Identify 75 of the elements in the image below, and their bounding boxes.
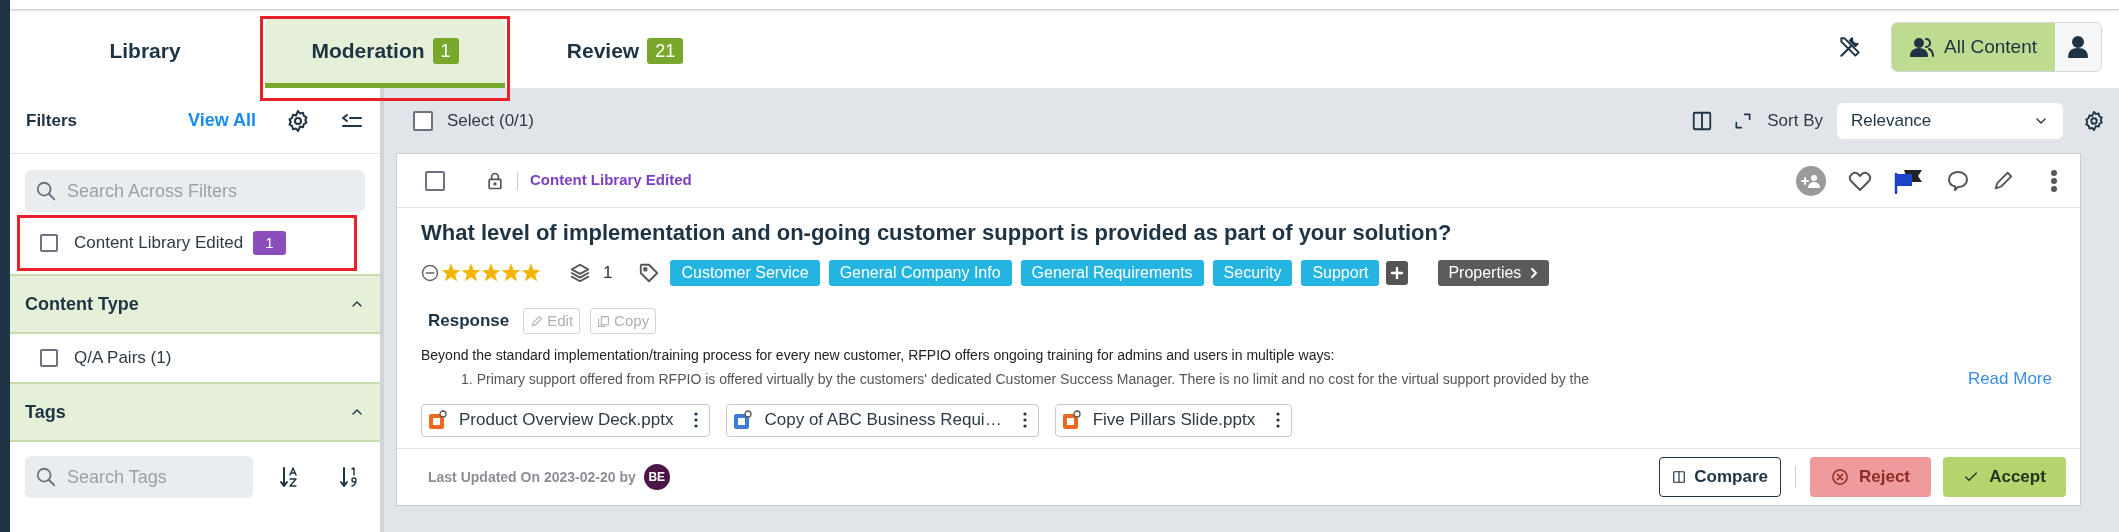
filter-label: Content Library Edited (74, 232, 244, 255)
last-updated-text: Last Updated On 2023-02-20 by (428, 467, 636, 487)
question-text: What level of implementation and on-going customer support is provided as part of your solution? (421, 218, 1453, 247)
checkbox[interactable] (40, 349, 58, 367)
filters-title: Filters (26, 109, 79, 132)
select-label: Select (0/1) (447, 109, 535, 132)
settings-icon[interactable] (2083, 109, 2105, 132)
attachment-chip[interactable]: Five Pillars Slide.pptx (1054, 403, 1293, 437)
search-icon (35, 466, 57, 488)
slides-file-icon (1062, 410, 1081, 430)
status-label: Content Library Edited (530, 170, 693, 191)
checkbox[interactable] (425, 170, 445, 191)
star-icon (461, 263, 481, 283)
sort-dropdown[interactable]: Relevance (1837, 102, 2063, 139)
user-button[interactable] (2055, 23, 2101, 71)
star-icon (441, 263, 461, 283)
attachment-chip[interactable]: Copy of ABC Business Requi… (726, 403, 1039, 437)
sort-numeric-icon[interactable] (339, 466, 359, 488)
response-text: Primary support offered from RFPIO is offered virtually by the customers' dedicated Customer Success Manager. There is no limit and no cost for the virtual support provided by the (476, 369, 1589, 389)
columns-icon[interactable] (1691, 109, 1714, 132)
more-icon (1275, 411, 1282, 429)
tab[interactable]: Library (25, 18, 265, 88)
add-user-icon[interactable] (1796, 165, 1826, 196)
sort-label: Sort By (1767, 109, 1823, 132)
comment-icon[interactable] (1946, 168, 1970, 193)
list-number: 1. (461, 369, 473, 389)
copy-icon (597, 314, 611, 328)
more-icon[interactable] (2050, 169, 2058, 192)
count-badge: 1 (432, 37, 459, 64)
count-badge: 21 (647, 37, 684, 64)
star-icon (481, 263, 501, 283)
filter-label: Q/A Pairs (1) (74, 347, 172, 370)
avatar: BE (643, 464, 670, 490)
pencil-icon[interactable] (1992, 169, 2014, 192)
star-icon (521, 263, 541, 283)
tab[interactable]: Review 21 (505, 18, 745, 88)
heart-icon[interactable] (1848, 169, 1872, 192)
response-label: Response (428, 310, 510, 333)
sort-alpha-icon[interactable] (279, 466, 299, 488)
flag-icon[interactable] (1894, 167, 1924, 194)
star-rating[interactable] (441, 263, 541, 283)
pencil-icon (530, 314, 544, 328)
lock-icon (485, 170, 505, 191)
section-header[interactable]: Content Type (10, 274, 380, 334)
tab[interactable]: Moderation 1 (265, 18, 505, 88)
document-file-icon (734, 410, 753, 430)
search-field[interactable]: Search Across Filters (25, 170, 365, 212)
search-icon (35, 180, 57, 202)
properties-button[interactable]: Properties (1438, 260, 1550, 286)
layers-icon (569, 262, 591, 284)
settings-icon[interactable] (286, 108, 310, 133)
tag-icon (638, 262, 661, 284)
attachment-chip[interactable]: Product Overview Deck.pptx (421, 403, 711, 437)
count-badge: 1 (253, 231, 286, 255)
reject-button[interactable]: Reject (1810, 457, 1931, 497)
more-icon (1021, 411, 1028, 429)
checkbox[interactable] (40, 234, 58, 252)
accept-button[interactable]: Accept (1943, 457, 2066, 497)
x-circle-icon (1831, 468, 1849, 486)
minus-circle-icon[interactable] (421, 264, 439, 282)
version-count: 1 (603, 262, 613, 285)
chevron-right-icon (1529, 267, 1540, 279)
users-icon (1910, 36, 1935, 58)
slides-file-icon (429, 410, 447, 430)
all-content-button[interactable]: All Content (1892, 23, 2055, 71)
section-header[interactable]: Tags (10, 382, 380, 442)
checkbox[interactable] (413, 110, 433, 131)
star-icon (501, 263, 521, 283)
more-icon (693, 411, 700, 429)
search-field[interactable]: Search Tags (25, 456, 253, 498)
response-text: Beyond the standard implementation/training process for every new customer, RFPIO offers ongoing training for admins and users in multiple ways: (421, 345, 1336, 365)
user-icon (2068, 36, 2088, 58)
compare-button[interactable]: Compare (1659, 457, 1781, 497)
add-tag-icon[interactable] (1386, 261, 1409, 285)
columns-icon (1672, 470, 1687, 484)
